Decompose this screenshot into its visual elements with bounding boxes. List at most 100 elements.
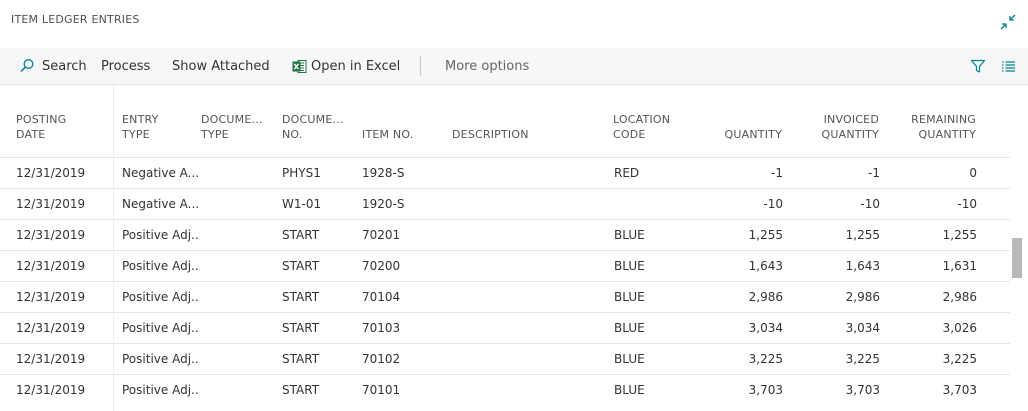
cell-remaining-quantity: 2,986 [942, 290, 977, 304]
show-attached-button[interactable]: Show Attached [172, 48, 270, 84]
cell-description [452, 158, 607, 189]
search-icon [20, 59, 34, 73]
cell-invoiced-quantity: -10 [860, 197, 880, 211]
search-button[interactable]: Search [19, 48, 87, 84]
cell-document-type [201, 375, 276, 406]
cell-location-code: BLUE [614, 352, 645, 366]
table-row[interactable]: 12/31/2019 Positive Adj... START 70104 BLUE 2… [0, 281, 1010, 313]
cell-remaining-quantity: 1,631 [942, 259, 977, 273]
more-options-label: More options [445, 58, 530, 74]
cell-remaining-quantity: 3,026 [942, 321, 977, 335]
collapse-icon[interactable] [999, 13, 1017, 31]
table-row[interactable]: 12/31/2019 Positive Adj... START 70201 BLUE 1… [0, 219, 1010, 251]
header-invoiced-quantity[interactable]: INVOICED QUANTITY [790, 112, 879, 142]
list-icon[interactable] [1001, 60, 1016, 73]
cell-posting-date: 12/31/2019 [16, 166, 86, 180]
table-row[interactable]: 12/31/2019 Negative A... PHYS1 1928-S RED -1 -… [0, 157, 1010, 189]
cell-remaining-quantity: 1,255 [942, 228, 977, 242]
excel-icon [292, 59, 307, 73]
process-menu-button[interactable]: Process [101, 48, 150, 84]
cell-document-no: W1-01 [282, 197, 322, 211]
cell-posting-date: 12/31/2019 [16, 352, 86, 366]
cell-entry-type: Positive Adj... [122, 290, 200, 304]
cell-document-no: START [282, 383, 320, 397]
scrollbar-thumb[interactable] [1012, 238, 1022, 278]
cell-remaining-quantity: 3,703 [942, 383, 977, 397]
table-row[interactable]: 12/31/2019 Positive Adj... START 70200 BLUE 1… [0, 250, 1010, 282]
cell-item-no: 70201 [362, 228, 401, 242]
cell-remaining-quantity: 0 [969, 166, 977, 180]
header-item-no[interactable]: ITEM NO. [362, 127, 413, 142]
cell-document-type [201, 189, 276, 220]
cell-location-code: BLUE [614, 321, 645, 335]
more-options-button[interactable]: More options [445, 48, 529, 84]
toolbar-divider [420, 56, 421, 76]
cell-document-type [201, 158, 276, 189]
cell-location-code: BLUE [614, 290, 645, 304]
cell-document-no: PHYS1 [282, 166, 321, 180]
cell-document-no: START [282, 259, 320, 273]
cell-document-no: START [282, 228, 320, 242]
cell-entry-type: Positive Adj... [122, 352, 200, 366]
cell-document-no: START [282, 352, 320, 366]
table-row[interactable]: 12/31/2019 Positive Adj... START 70101 BLUE 3… [0, 374, 1010, 406]
open-in-excel-label: Open in Excel [311, 58, 401, 74]
cell-quantity: 1,643 [748, 259, 783, 273]
title-bar: ITEM LEDGER ENTRIES [0, 0, 1028, 48]
header-document-type[interactable]: DOCUME... TYPE [201, 112, 263, 142]
cell-description [452, 282, 607, 313]
cell-entry-type: Negative A... [122, 197, 200, 211]
header-quantity[interactable]: QUANTITY [700, 127, 782, 142]
header-remaining-quantity[interactable]: REMAINING QUANTITY [890, 112, 976, 142]
cell-quantity: 3,034 [748, 321, 783, 335]
cell-entry-type: Negative A... [122, 166, 200, 180]
header-entry-type[interactable]: ENTRY TYPE [122, 112, 159, 142]
open-in-excel-button[interactable]: Open in Excel [292, 48, 400, 84]
cell-invoiced-quantity: 3,034 [845, 321, 880, 335]
cell-description [452, 313, 607, 344]
table-row[interactable]: 12/31/2019 Negative A... W1-01 1920-S -10 -10… [0, 188, 1010, 220]
cell-remaining-quantity: -10 [957, 197, 977, 211]
header-document-no[interactable]: DOCUME... NO. [282, 112, 344, 142]
cell-posting-date: 12/31/2019 [16, 197, 86, 211]
page-title: ITEM LEDGER ENTRIES [11, 13, 140, 26]
cell-document-type [201, 313, 276, 344]
cell-document-type [201, 251, 276, 282]
grid-header: POSTING DATE ENTRY TYPE DOCUME... TYPE DOCU… [0, 85, 1028, 157]
cell-posting-date: 12/31/2019 [16, 321, 86, 335]
search-label: Search [42, 58, 87, 74]
cell-item-no: 70101 [362, 383, 401, 397]
header-description[interactable]: DESCRIPTION [452, 127, 529, 142]
cell-description [452, 375, 607, 406]
cell-document-no: START [282, 290, 320, 304]
cell-location-code: BLUE [614, 383, 645, 397]
cell-item-no: 70200 [362, 259, 401, 273]
table-row[interactable]: 12/31/2019 Positive Adj... START 70102 BLUE 3… [0, 343, 1010, 375]
cell-entry-type: Positive Adj... [122, 383, 200, 397]
cell-quantity: -1 [771, 166, 783, 180]
cell-description [452, 344, 607, 375]
header-location-code[interactable]: LOCATION CODE [613, 112, 670, 142]
ledger-grid: POSTING DATE ENTRY TYPE DOCUME... TYPE DOCU… [0, 84, 1028, 411]
cell-description [452, 220, 607, 251]
cell-quantity: 3,225 [748, 352, 783, 366]
cell-location-code: RED [614, 166, 640, 180]
cell-location-code: BLUE [614, 259, 645, 273]
cell-location-code [614, 189, 694, 220]
cell-location-code: BLUE [614, 228, 645, 242]
cell-quantity: 3,703 [748, 383, 783, 397]
cell-document-type [201, 282, 276, 313]
show-attached-label: Show Attached [172, 58, 270, 74]
cell-document-type [201, 220, 276, 251]
cell-invoiced-quantity: 1,255 [845, 228, 880, 242]
filter-icon[interactable] [970, 59, 986, 74]
cell-quantity: -10 [763, 197, 783, 211]
cell-item-no: 70104 [362, 290, 401, 304]
cell-entry-type: Positive Adj... [122, 259, 200, 273]
cell-posting-date: 12/31/2019 [16, 259, 86, 273]
header-posting-date[interactable]: POSTING DATE [16, 112, 66, 142]
table-row[interactable]: 12/31/2019 Positive Adj... START 70103 BLUE 3… [0, 312, 1010, 344]
cell-document-no: START [282, 321, 320, 335]
cell-invoiced-quantity: 1,643 [845, 259, 880, 273]
vertical-scrollbar[interactable] [1011, 149, 1022, 411]
